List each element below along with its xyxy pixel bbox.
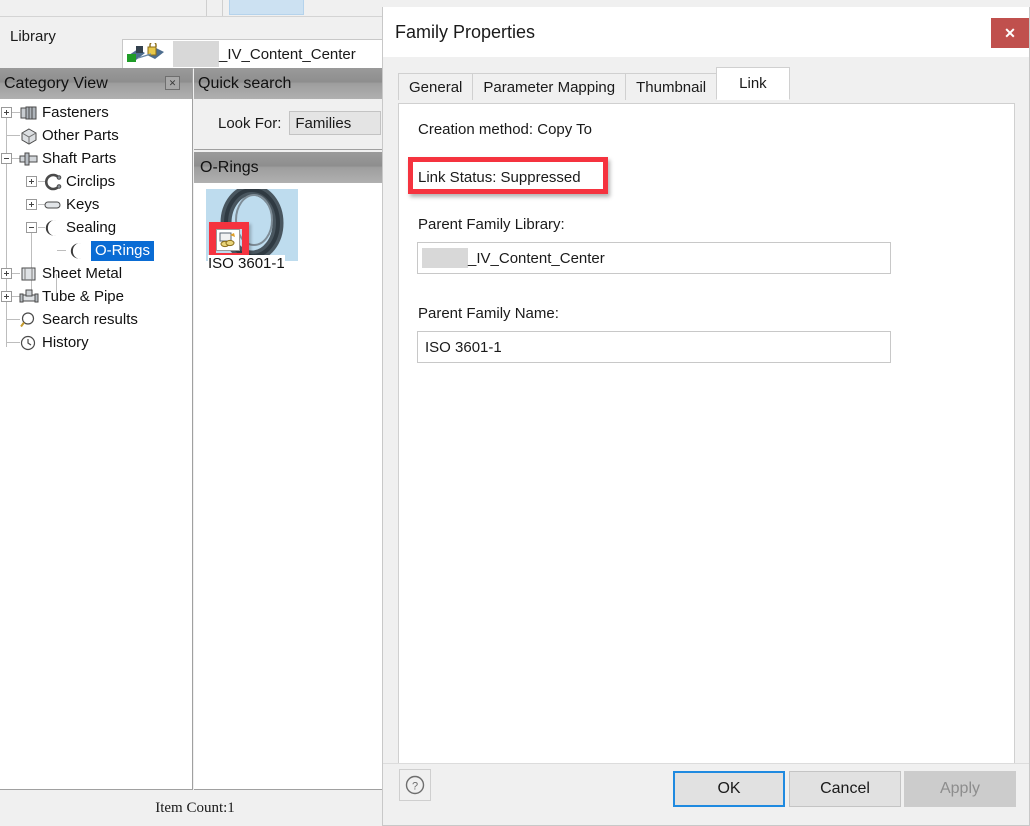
expander-icon[interactable] bbox=[26, 176, 37, 187]
o-rings-icon bbox=[68, 242, 88, 260]
tree-item-search-results[interactable]: Search results bbox=[0, 308, 192, 331]
svg-text:?: ? bbox=[412, 781, 418, 793]
tree-item-other-parts[interactable]: Other Parts bbox=[0, 124, 192, 147]
family-properties-dialog: Family Properties ✕ General Parameter Ma… bbox=[382, 7, 1030, 826]
close-icon[interactable]: ✕ bbox=[991, 18, 1029, 48]
dialog-tabs: General Parameter Mapping Thumbnail Link bbox=[383, 67, 1029, 100]
tree-item-label: Sheet Metal bbox=[42, 265, 123, 282]
quick-search-title: Quick search bbox=[198, 74, 292, 92]
expander-icon[interactable] bbox=[1, 107, 12, 118]
tree-item-label: Other Parts bbox=[42, 127, 119, 144]
expander-icon[interactable] bbox=[26, 199, 37, 210]
library-combobox[interactable]: _IV_Content_Center bbox=[122, 39, 392, 69]
tab-general[interactable]: General bbox=[398, 73, 474, 100]
results-panel: O-Rings ISO 3601-1 bbox=[194, 152, 388, 790]
tree-item-label: Sealing bbox=[66, 219, 117, 236]
category-view-title: Category View bbox=[4, 74, 108, 92]
ribbon-divider bbox=[222, 0, 223, 16]
expander-icon[interactable] bbox=[26, 222, 37, 233]
ribbon-active-tab[interactable] bbox=[229, 0, 304, 15]
dialog-titlebar: Family Properties ✕ bbox=[383, 7, 1029, 57]
ribbon-divider bbox=[206, 0, 207, 16]
redacted-prefix bbox=[422, 248, 468, 268]
tab-label: Link bbox=[739, 75, 767, 92]
search-results-icon bbox=[19, 311, 39, 329]
look-for-select[interactable]: Families bbox=[289, 111, 382, 135]
keys-icon bbox=[43, 196, 63, 214]
tree-item-sealing[interactable]: Sealing bbox=[0, 216, 192, 239]
link-tab-panel: Creation method: Copy To Link Status: Su… bbox=[398, 103, 1015, 769]
tab-parameter-mapping[interactable]: Parameter Mapping bbox=[472, 73, 627, 100]
category-view-header: Category View ✕ bbox=[0, 68, 192, 99]
tree-item-label: History bbox=[42, 334, 89, 351]
tree-item-label: Tube & Pipe bbox=[42, 288, 124, 305]
library-redacted-prefix bbox=[173, 41, 219, 67]
tree-item-label: Search results bbox=[42, 311, 138, 328]
category-tree: Fasteners Other Parts Shaft Parts Circli… bbox=[0, 99, 192, 354]
tab-label: General bbox=[409, 78, 463, 96]
parent-family-name-label: Parent Family Name: bbox=[418, 305, 559, 322]
item-count-label: Item Count:1 bbox=[155, 800, 235, 816]
tab-thumbnail[interactable]: Thumbnail bbox=[625, 73, 718, 100]
library-value: _IV_Content_Center bbox=[219, 45, 356, 63]
tree-item-fasteners[interactable]: Fasteners bbox=[0, 101, 192, 124]
quick-search-body: Look For: Families bbox=[194, 99, 387, 135]
creation-method-label: Creation method: Copy To bbox=[418, 121, 592, 138]
ok-button[interactable]: OK bbox=[673, 771, 785, 807]
tree-item-label: O-Rings bbox=[91, 240, 155, 261]
quick-search-panel: Quick search Look For: Families bbox=[194, 68, 388, 150]
dialog-title: Family Properties bbox=[395, 21, 536, 42]
other-parts-icon bbox=[19, 127, 39, 145]
tree-item-circlips[interactable]: Circlips bbox=[0, 170, 192, 193]
quick-search-header: Quick search bbox=[194, 68, 387, 99]
tree-item-label: Shaft Parts bbox=[42, 150, 117, 167]
cancel-button[interactable]: Cancel bbox=[789, 771, 901, 807]
link-status-highlight bbox=[408, 157, 608, 194]
list-item-label: ISO 3601-1 bbox=[208, 255, 285, 272]
parent-family-name-field[interactable]: ISO 3601-1 bbox=[417, 331, 891, 363]
tree-line bbox=[57, 250, 66, 251]
sealing-icon bbox=[43, 219, 63, 237]
tree-item-keys[interactable]: Keys bbox=[0, 193, 192, 216]
tab-link[interactable]: Link bbox=[716, 67, 790, 100]
sheet-metal-icon bbox=[19, 265, 39, 283]
dialog-footer: ? OK Cancel Apply bbox=[383, 763, 1029, 825]
expander-icon[interactable] bbox=[1, 153, 12, 164]
expander-icon[interactable] bbox=[1, 268, 12, 279]
tree-item-label: Fasteners bbox=[42, 104, 109, 121]
close-icon[interactable]: ✕ bbox=[165, 76, 180, 90]
tree-item-tube-and-pipe[interactable]: Tube & Pipe bbox=[0, 285, 192, 308]
content-center-library-icon bbox=[125, 41, 173, 65]
parent-family-library-label: Parent Family Library: bbox=[418, 216, 565, 233]
expander-icon[interactable] bbox=[1, 291, 12, 302]
tree-item-shaft-parts[interactable]: Shaft Parts bbox=[0, 147, 192, 170]
history-icon bbox=[19, 334, 39, 352]
tab-label: Parameter Mapping bbox=[483, 78, 616, 96]
tree-item-label: Circlips bbox=[66, 173, 116, 190]
tree-item-sheet-metal[interactable]: Sheet Metal bbox=[0, 262, 192, 285]
circlips-icon bbox=[43, 173, 63, 191]
parent-family-library-field[interactable]: _IV_Content_Center bbox=[417, 242, 891, 274]
tube-and-pipe-icon bbox=[19, 288, 39, 306]
fasteners-icon bbox=[19, 104, 39, 122]
tree-item-history[interactable]: History bbox=[0, 331, 192, 354]
tree-item-label: Keys bbox=[66, 196, 100, 213]
library-label: Library bbox=[10, 28, 56, 45]
parent-family-library-value: _IV_Content_Center bbox=[468, 249, 605, 267]
shaft-parts-icon bbox=[19, 150, 39, 168]
screen: Library _IV_Content_Center Category View… bbox=[0, 0, 1030, 826]
help-icon[interactable]: ? bbox=[399, 769, 431, 801]
results-title: O-Rings bbox=[194, 152, 387, 183]
status-bar: Item Count:1 bbox=[0, 791, 390, 826]
tree-item-o-rings[interactable]: O-Rings bbox=[0, 239, 192, 262]
list-item[interactable]: ISO 3601-1 bbox=[206, 189, 298, 273]
apply-button: Apply bbox=[904, 771, 1016, 807]
category-view-panel: Category View ✕ Fasteners Other Parts Sh… bbox=[0, 68, 193, 790]
tab-label: Thumbnail bbox=[636, 78, 707, 96]
library-toolbar: Library _IV_Content_Center bbox=[0, 18, 392, 69]
look-for-label: Look For: bbox=[218, 114, 282, 132]
